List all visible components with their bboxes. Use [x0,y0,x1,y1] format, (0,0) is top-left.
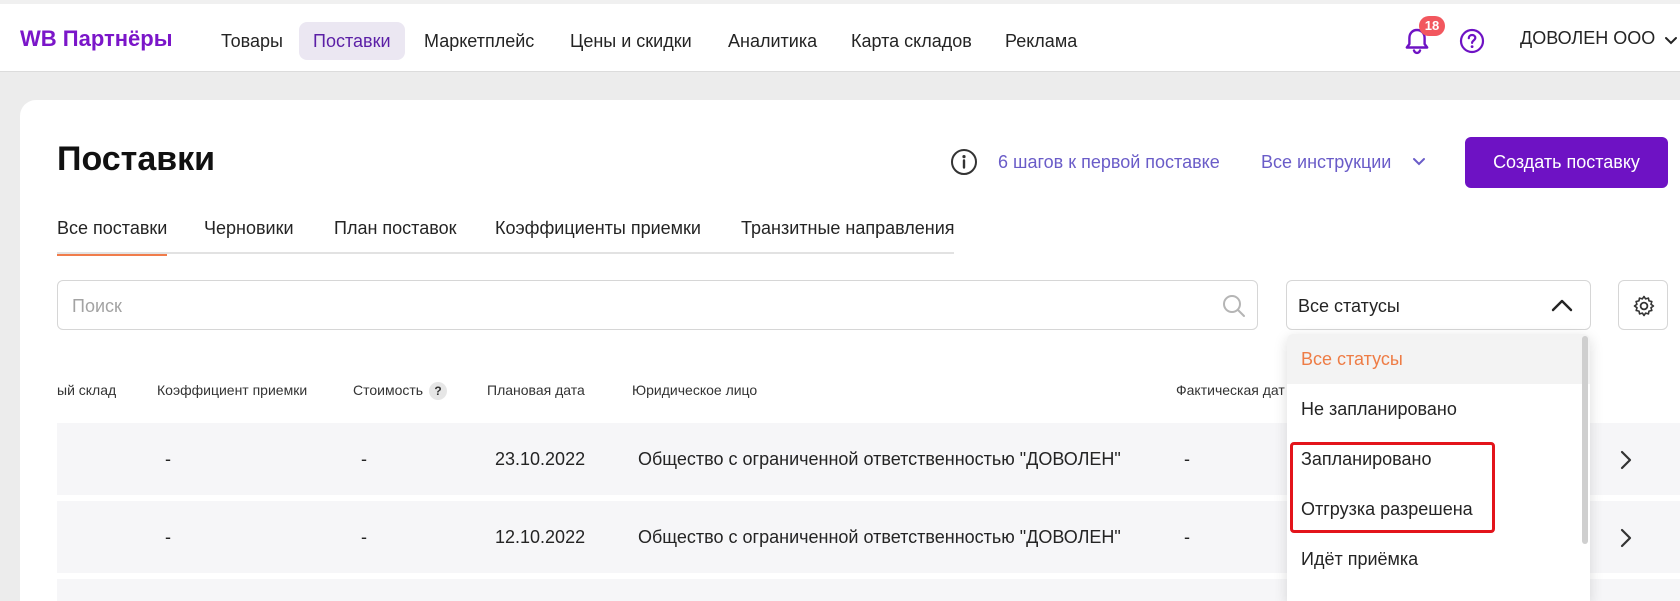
column-header-planned-date: Плановая дата [487,382,585,398]
nav-item-tovary[interactable]: Товары [207,22,297,60]
chevron-right-icon[interactable] [1620,450,1632,470]
row-cost: - [361,527,367,547]
notification-badge: 18 [1419,16,1445,36]
chevron-up-icon[interactable] [1551,298,1573,312]
info-icon [951,149,977,175]
tab-acceptance-coefficients[interactable]: Коэффициенты приемки [495,218,701,254]
status-dropdown-menu: Все статусы Не запланировано Запланирова… [1287,334,1590,601]
status-option-all[interactable]: Все статусы [1287,334,1590,384]
page-title: Поставки [57,140,216,178]
first-delivery-steps-link[interactable]: 6 шагов к первой поставке [998,152,1220,173]
cost-help-icon[interactable]: ? [429,382,448,401]
dropdown-scrollbar[interactable] [1582,336,1588,544]
row-planned-date: 12.10.2022 [495,527,586,547]
nav-item-analytics[interactable]: Аналитика [714,22,831,60]
status-filter-select[interactable]: Все статусы [1286,280,1591,330]
status-option-acceptance-in-progress[interactable]: Идёт приёмка [1287,534,1590,584]
brand-logo[interactable]: WB Партнёры [20,26,173,52]
search-field [57,280,1258,330]
create-delivery-button[interactable]: Создать поставку [1465,137,1668,188]
account-name[interactable]: ДОВОЛЕН ООО [1520,28,1655,49]
chevron-down-icon[interactable] [1664,36,1678,46]
row-legal-entity: Общество с ограниченной ответственностью… [638,527,1121,547]
table-settings-button[interactable] [1618,280,1668,330]
tab-delivery-plan[interactable]: План поставок [334,218,456,254]
nav-item-marketplace[interactable]: Маркетплейс [410,22,548,60]
chevron-down-icon[interactable] [1412,157,1426,167]
nav-item-ads[interactable]: Реклама [991,22,1091,60]
search-icon[interactable] [1221,293,1247,319]
nav-item-postavki[interactable]: Поставки [299,22,405,60]
status-filter-value: Все статусы [1298,296,1400,316]
nav-item-warehouse-map[interactable]: Карта складов [837,22,986,60]
all-instructions-link[interactable]: Все инструкции [1261,152,1391,173]
row-planned-date: 23.10.2022 [495,449,586,469]
column-header-warehouse: ый склад [57,382,117,398]
column-header-actual-date: Фактическая дат [1176,382,1285,398]
tab-all-deliveries[interactable]: Все поставки [57,218,168,256]
status-option-not-planned[interactable]: Не запланировано [1287,384,1590,434]
tab-transit-directions[interactable]: Транзитные направления [741,218,955,254]
row-actual-date: - [1184,449,1190,469]
column-header-cost-label: Стоимость [353,382,424,398]
row-cost: - [361,449,367,469]
tab-drafts[interactable]: Черновики [204,218,294,254]
status-option-shipment-allowed[interactable]: Отгрузка разрешена [1287,484,1590,534]
nav-item-prices[interactable]: Цены и скидки [556,22,706,60]
column-header-acceptance-coefficient: Коэффициент приемки [157,382,308,398]
status-option-planned[interactable]: Запланировано [1287,434,1590,484]
row-legal-entity: Общество с ограниченной ответственностью… [638,449,1121,469]
tab-bar: Все поставки Черновики План поставок Коэ… [57,208,955,256]
top-navigation-bar: WB Партнёры Товары Поставки Маркетплейс … [0,0,1680,72]
help-icon[interactable] [1459,28,1485,54]
chevron-right-icon[interactable] [1620,528,1632,548]
row-coefficient: - [165,449,171,469]
column-header-cost: Стоимость? [353,382,448,401]
column-header-legal-entity: Юридическое лицо [632,382,758,398]
search-input[interactable] [72,293,1192,319]
gear-icon [1633,295,1655,317]
row-coefficient: - [165,527,171,547]
row-actual-date: - [1184,527,1190,547]
